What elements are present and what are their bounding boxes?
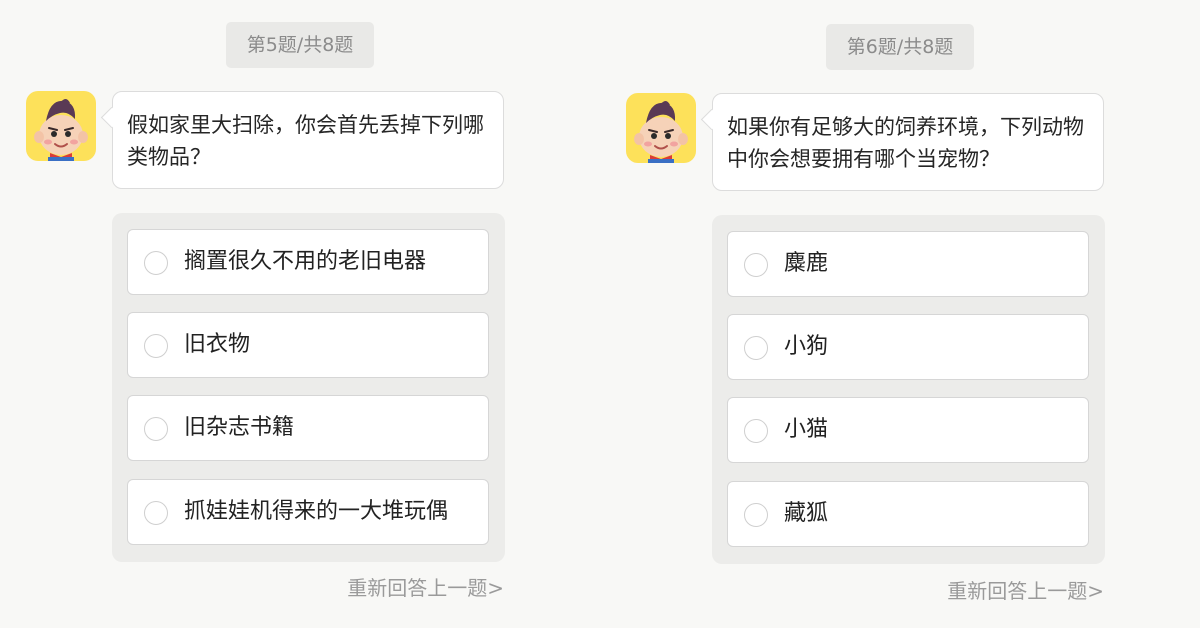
option-4[interactable]: 抓娃娃机得来的一大堆玩偶 [127,479,489,545]
redo-previous-link[interactable]: 重新回答上一题> [947,575,1104,604]
question-panel-6: 第6题/共8题 如果你有足够大的饲养环境，下列动物中你会想要拥有哪个当宠物？ 麋… [600,0,1200,628]
option-label: 小狗 [784,334,829,359]
option-label: 旧杂志书籍 [184,415,295,440]
options-list: 搁置很久不用的老旧电器 旧衣物 旧杂志书籍 抓娃娃机得来的一大堆玩偶 [112,213,505,562]
boy-mascot-avatar-icon [26,91,96,161]
option-3[interactable]: 旧杂志书籍 [127,395,489,461]
option-2[interactable]: 旧衣物 [127,312,489,378]
option-3[interactable]: 小猫 [727,397,1089,463]
option-1[interactable]: 搁置很久不用的老旧电器 [127,229,489,295]
question-bubble: 如果你有足够大的饲养环境，下列动物中你会想要拥有哪个当宠物？ [712,93,1104,191]
option-2[interactable]: 小狗 [727,314,1089,380]
option-label: 藏狐 [784,501,829,526]
radio-empty-icon[interactable] [744,336,768,360]
option-label: 小猫 [784,417,829,442]
radio-empty-icon[interactable] [144,251,168,275]
redo-previous-link[interactable]: 重新回答上一题> [347,572,504,601]
question-counter: 第5题/共8题 [226,22,374,68]
question-panel-5: 第5题/共8题 假如家里大扫除，你会首先丢掉下列哪类物品？ 搁置很久不用的老旧电… [0,0,600,628]
question-bubble: 假如家里大扫除，你会首先丢掉下列哪类物品？ [112,91,504,189]
option-label: 旧衣物 [184,332,251,357]
options-list: 麋鹿 小狗 小猫 藏狐 [712,215,1105,564]
radio-empty-icon[interactable] [744,503,768,527]
boy-mascot-avatar-icon [626,93,696,163]
option-label: 麋鹿 [784,251,829,276]
radio-empty-icon[interactable] [144,501,168,525]
radio-empty-icon[interactable] [144,334,168,358]
option-label: 搁置很久不用的老旧电器 [184,249,427,274]
option-4[interactable]: 藏狐 [727,481,1089,547]
question-counter: 第6题/共8题 [826,24,974,70]
radio-empty-icon[interactable] [744,419,768,443]
option-label: 抓娃娃机得来的一大堆玩偶 [184,499,449,524]
option-1[interactable]: 麋鹿 [727,231,1089,297]
radio-empty-icon[interactable] [144,417,168,441]
radio-empty-icon[interactable] [744,253,768,277]
